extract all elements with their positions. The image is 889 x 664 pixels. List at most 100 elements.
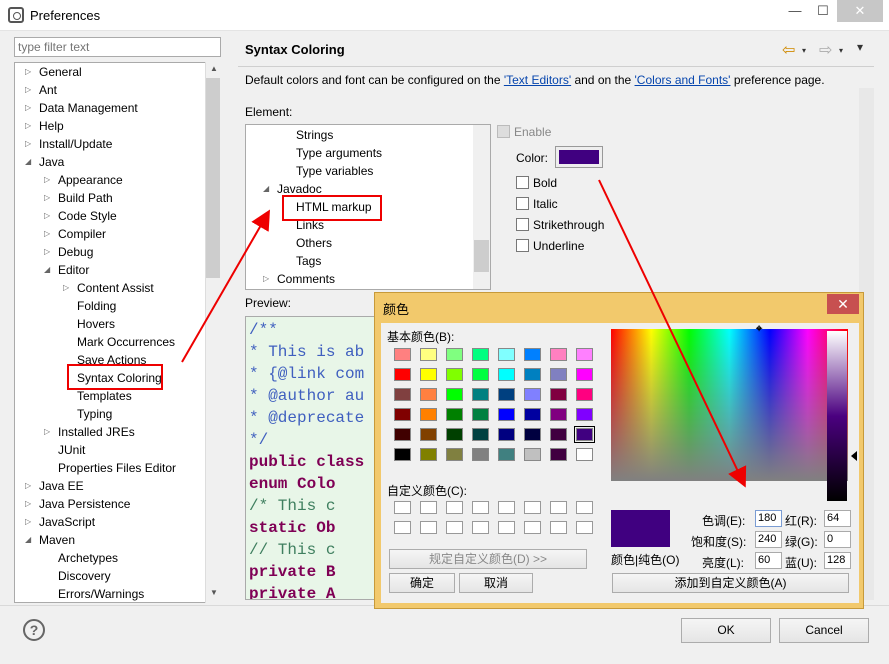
- collapsed-twisty-icon[interactable]: ▷: [25, 495, 35, 513]
- dialog-ok-button[interactable]: 确定: [389, 573, 455, 593]
- element-item[interactable]: ▷ Comments: [263, 270, 335, 288]
- scroll-down-icon[interactable]: ▼: [206, 588, 222, 597]
- ok-button[interactable]: OK: [681, 618, 771, 643]
- help-icon[interactable]: ?: [23, 619, 45, 641]
- blue-input[interactable]: 128: [824, 552, 851, 569]
- luminance-input[interactable]: 60: [755, 552, 782, 569]
- tree-item[interactable]: Errors/Warnings: [58, 585, 144, 602]
- tree-item[interactable]: ▷ Help: [25, 117, 64, 135]
- basic-color-swatch[interactable]: [576, 368, 593, 381]
- collapsed-twisty-icon[interactable]: ▷: [25, 477, 35, 495]
- basic-color-swatch[interactable]: [524, 368, 541, 381]
- basic-color-swatch[interactable]: [472, 368, 489, 381]
- custom-color-swatch[interactable]: [472, 501, 489, 514]
- basic-color-swatch[interactable]: [550, 448, 567, 461]
- tree-item[interactable]: ▷ Build Path: [44, 189, 113, 207]
- custom-color-swatch[interactable]: [524, 501, 541, 514]
- dialog-close-button[interactable]: ✕: [827, 294, 859, 314]
- element-item[interactable]: Type variables: [296, 162, 373, 180]
- custom-color-swatch[interactable]: [420, 501, 437, 514]
- tree-item[interactable]: JUnit: [58, 441, 85, 459]
- color-button[interactable]: [555, 146, 603, 168]
- element-item[interactable]: Tags: [296, 252, 321, 270]
- custom-color-swatch[interactable]: [550, 501, 567, 514]
- basic-color-swatch[interactable]: [498, 408, 515, 421]
- basic-color-swatch[interactable]: [576, 348, 593, 361]
- bold-checkbox[interactable]: Bold: [516, 176, 557, 190]
- custom-color-swatch[interactable]: [394, 501, 411, 514]
- colors-and-fonts-link[interactable]: 'Colors and Fonts': [635, 73, 731, 87]
- enable-checkbox[interactable]: Enable: [497, 125, 551, 139]
- scroll-up-icon[interactable]: ▲: [206, 64, 222, 73]
- saturation-input[interactable]: 240: [755, 531, 782, 548]
- expanded-twisty-icon[interactable]: ◢: [263, 180, 273, 198]
- tree-item[interactable]: ◢ Editor: [44, 261, 89, 279]
- custom-color-swatch[interactable]: [576, 521, 593, 534]
- basic-color-swatch[interactable]: [394, 408, 411, 421]
- collapsed-twisty-icon[interactable]: ▷: [44, 225, 54, 243]
- basic-color-swatch[interactable]: [446, 408, 463, 421]
- custom-color-swatch[interactable]: [524, 521, 541, 534]
- collapsed-twisty-icon[interactable]: ▷: [25, 135, 35, 153]
- basic-color-swatch[interactable]: [574, 426, 595, 443]
- basic-color-swatch[interactable]: [446, 388, 463, 401]
- basic-color-swatch[interactable]: [420, 348, 437, 361]
- tree-item[interactable]: Hovers: [77, 315, 115, 333]
- collapsed-twisty-icon[interactable]: ▷: [25, 117, 35, 135]
- maximize-button[interactable]: ☐: [809, 0, 837, 22]
- custom-color-swatch[interactable]: [446, 521, 463, 534]
- basic-color-swatch[interactable]: [420, 368, 437, 381]
- tree-item[interactable]: ▷ JavaScript: [25, 513, 95, 531]
- basic-color-swatch[interactable]: [420, 388, 437, 401]
- basic-color-swatch[interactable]: [420, 408, 437, 421]
- basic-color-swatch[interactable]: [472, 428, 489, 441]
- basic-color-swatch[interactable]: [550, 388, 567, 401]
- basic-color-swatch[interactable]: [524, 348, 541, 361]
- basic-color-swatch[interactable]: [498, 348, 515, 361]
- tree-item[interactable]: ▷ Java Persistence: [25, 495, 130, 513]
- crosshair-icon[interactable]: ⌖: [756, 323, 762, 336]
- minimize-button[interactable]: —: [781, 0, 809, 22]
- basic-color-swatch[interactable]: [394, 388, 411, 401]
- tree-item[interactable]: ▷ Install/Update: [25, 135, 112, 153]
- collapsed-twisty-icon[interactable]: ▷: [263, 270, 273, 288]
- tree-item[interactable]: ▷ Data Management: [25, 99, 138, 117]
- expanded-twisty-icon[interactable]: ◢: [25, 153, 35, 171]
- tree-item[interactable]: Discovery: [58, 567, 111, 585]
- collapsed-twisty-icon[interactable]: ▷: [44, 423, 54, 441]
- element-item[interactable]: Strings: [296, 126, 333, 144]
- element-item[interactable]: Type arguments: [296, 144, 382, 162]
- tree-item[interactable]: ▷ Java EE: [25, 477, 84, 495]
- luminance-marker-icon[interactable]: [851, 451, 857, 461]
- strikethrough-checkbox[interactable]: Strikethrough: [516, 218, 604, 232]
- basic-color-swatch[interactable]: [472, 448, 489, 461]
- custom-color-swatch[interactable]: [472, 521, 489, 534]
- basic-color-swatch[interactable]: [524, 448, 541, 461]
- basic-color-swatch[interactable]: [420, 448, 437, 461]
- custom-color-swatch[interactable]: [420, 521, 437, 534]
- collapsed-twisty-icon[interactable]: ▷: [25, 81, 35, 99]
- tree-item[interactable]: ▷ Appearance: [44, 171, 123, 189]
- forward-menu-icon[interactable]: ▾: [839, 46, 843, 55]
- tree-item[interactable]: ▷ Content Assist: [63, 279, 154, 297]
- tree-item[interactable]: ▷ Installed JREs: [44, 423, 135, 441]
- basic-color-swatch[interactable]: [394, 428, 411, 441]
- collapsed-twisty-icon[interactable]: ▷: [44, 243, 54, 261]
- basic-color-swatch[interactable]: [524, 408, 541, 421]
- add-to-custom-colors-button[interactable]: 添加到自定义颜色(A): [612, 573, 849, 593]
- luminance-slider[interactable]: [827, 331, 847, 501]
- filter-input[interactable]: [14, 37, 221, 57]
- collapsed-twisty-icon[interactable]: ▷: [63, 279, 73, 297]
- hue-input[interactable]: 180: [755, 510, 782, 527]
- tree-item[interactable]: Folding: [77, 297, 116, 315]
- forward-arrow-icon[interactable]: ⇨: [819, 40, 832, 60]
- define-custom-colors-button[interactable]: 规定自定义颜色(D) >>: [389, 549, 587, 569]
- preference-tree[interactable]: ▷ General ▷ Ant ▷ Data Management ▷ Help ▷ Instal…: [14, 62, 221, 603]
- tree-item[interactable]: ◢ Maven: [25, 531, 75, 549]
- custom-color-swatch[interactable]: [550, 521, 567, 534]
- basic-color-swatch[interactable]: [550, 428, 567, 441]
- basic-color-swatch[interactable]: [576, 388, 593, 401]
- basic-color-swatch[interactable]: [498, 448, 515, 461]
- basic-color-swatch[interactable]: [524, 428, 541, 441]
- basic-color-swatch[interactable]: [472, 388, 489, 401]
